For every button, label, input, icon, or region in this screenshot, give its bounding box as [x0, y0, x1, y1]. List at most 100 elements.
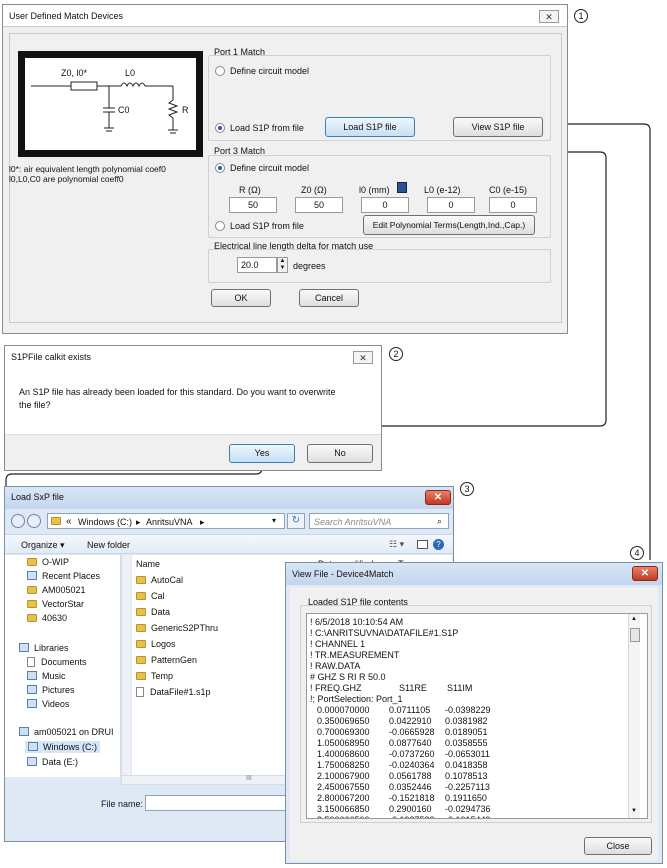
search-box[interactable]: Search AnritsuVNA ⌕ — [309, 513, 449, 529]
file-contents-textbox[interactable]: ! 6/5/2018 10:10:54 AM ! C:\ANRITSUVNA\D… — [306, 613, 648, 819]
L0-input[interactable]: 0 — [427, 197, 475, 213]
forward-button[interactable] — [27, 514, 41, 528]
content-line-2: ! C:\ANRITSUVNA\DATAFILE#1.S1P — [310, 628, 459, 638]
address-bar[interactable]: « Windows (C:) ▸ AnritsuVNA ▸ ▾ — [47, 513, 285, 529]
file-item-datafile1-s1p[interactable]: DataFile#1.s1p — [136, 687, 211, 697]
file-item-temp[interactable]: Temp — [136, 671, 173, 681]
horizontal-scrollbar[interactable]: III — [121, 775, 291, 785]
organize-button[interactable]: Organize ▾ — [21, 540, 65, 551]
view-options-icon[interactable]: ☷ ▾ — [389, 539, 404, 550]
navigation-pane[interactable]: O-WIP Recent Places AM005021 VectorStar … — [5, 555, 121, 777]
scroll-down-icon[interactable]: ▼ — [631, 808, 637, 814]
nav-item-40630[interactable]: 40630 — [27, 613, 67, 623]
view-s1p-file-button[interactable]: View S1P file — [453, 117, 543, 137]
nav-item-pictures[interactable]: Pictures — [27, 685, 75, 695]
preview-pane-icon[interactable] — [417, 540, 428, 549]
scroll-grip: III — [246, 775, 252, 782]
col-header-s11im: S11IM — [447, 683, 473, 693]
refresh-button[interactable]: ↻ — [287, 513, 305, 529]
nav-item-vectorstar[interactable]: VectorStar — [27, 599, 84, 609]
path-sep-2: ▸ — [200, 517, 205, 527]
ok-button[interactable]: OK — [211, 289, 271, 307]
search-icon[interactable]: ⌕ — [437, 516, 442, 527]
scroll-up-icon[interactable]: ▲ — [631, 616, 637, 622]
data-cell-r1-c2: 0.0381982 — [445, 716, 488, 726]
data-cell-r4-c1: -0.0737260 — [389, 749, 435, 759]
port1-load-radio[interactable] — [215, 123, 225, 133]
file-item-autocal[interactable]: AutoCal — [136, 575, 183, 585]
match-dialog-title: User Defined Match Devices — [9, 11, 124, 21]
data-cell-r10-c2: -0.1015449 — [445, 815, 491, 818]
data-cell-r2-c2: 0.0189051 — [445, 727, 488, 737]
r-input[interactable]: 50 — [229, 197, 277, 213]
data-cell-r10-c1: -0.1927583 — [389, 815, 435, 818]
load-dialog-close-button[interactable]: ✕ — [425, 490, 451, 505]
data-cell-r5-c0: 1.750068250 — [317, 760, 370, 770]
nav-item-recent-places[interactable]: Recent Places — [27, 571, 100, 581]
cancel-button[interactable]: Cancel — [299, 289, 359, 307]
nav-item-libraries[interactable]: Libraries — [19, 643, 69, 653]
path-folder[interactable]: AnritsuVNA — [146, 517, 193, 527]
nav-item-data-e[interactable]: Data (E:) — [27, 757, 78, 767]
calculator-icon[interactable] — [397, 182, 407, 193]
data-cell-r3-c1: 0.0877640 — [389, 738, 432, 748]
path-chevron[interactable]: « — [66, 516, 72, 527]
data-cell-r4-c2: -0.0653011 — [445, 749, 490, 759]
callout-4: 4 — [630, 546, 644, 560]
col-name-header[interactable]: Name — [136, 559, 160, 569]
circuit-canvas: Z0, l0* L0 C0 R — [25, 58, 196, 150]
match-devices-dialog: User Defined Match Devices ✕ Z0, l0* L0 … — [2, 4, 568, 334]
content-line-4: ! TR.MEASUREMENT — [310, 650, 400, 660]
data-cell-r0-c0: 0.000070000 — [317, 705, 370, 715]
file-item-cal[interactable]: Cal — [136, 591, 165, 601]
port1-define-label: Define circuit model — [230, 66, 310, 76]
file-item-logos[interactable]: Logos — [136, 639, 176, 649]
port1-define-radio[interactable] — [215, 66, 225, 76]
new-folder-button[interactable]: New folder — [87, 540, 130, 550]
contents-scrollbar[interactable]: ▲ ▼ — [628, 614, 640, 818]
path-drive[interactable]: Windows (C:) — [78, 517, 132, 527]
data-cell-r8-c1: -0.1521818 — [389, 793, 435, 803]
scroll-thumb[interactable] — [630, 628, 640, 642]
delta-spinner[interactable]: ▲ ▼ — [277, 257, 288, 273]
no-button[interactable]: No — [307, 444, 373, 463]
z0-input[interactable]: 50 — [295, 197, 343, 213]
nav-item-music[interactable]: Music — [27, 671, 66, 681]
view-dialog-close-button[interactable]: ✕ — [632, 566, 658, 581]
c0-input[interactable]: 0 — [489, 197, 537, 213]
load-s1p-file-button[interactable]: Load S1P file — [325, 117, 415, 137]
calkit-button-bar: Yes No — [5, 434, 381, 470]
port3-define-radio[interactable] — [215, 163, 225, 173]
data-cell-r2-c0: 0.700069300 — [317, 727, 370, 737]
data-cell-r4-c0: 1.400068600 — [317, 749, 370, 759]
calkit-dialog-close-button[interactable]: ✕ — [353, 351, 373, 364]
nav-item-windows-c[interactable]: Windows (C:) — [25, 741, 101, 753]
l0-input[interactable]: 0 — [361, 197, 409, 213]
port-selection-line: !; PortSelection: Port_1 — [310, 694, 403, 704]
nav-item-o-wip[interactable]: O-WIP — [27, 557, 69, 567]
nav-item-videos[interactable]: Videos — [27, 699, 69, 709]
nav-item-network-drive[interactable]: am005021 on DRUI — [19, 727, 114, 737]
nav-item-documents[interactable]: Documents — [27, 657, 87, 667]
match-dialog-close-button[interactable]: ✕ — [539, 10, 559, 23]
calkit-dialog-titlebar: S1PFile calkit exists ✕ — [5, 346, 381, 368]
delta-input[interactable]: 20.0 — [237, 257, 277, 273]
address-dropdown-icon[interactable]: ▾ — [272, 516, 276, 525]
port3-load-radio[interactable] — [215, 221, 225, 231]
port3-load-label: Load S1P from file — [230, 221, 304, 231]
file-item-generics2pthru[interactable]: GenericS2PThru — [136, 623, 218, 633]
back-button[interactable] — [11, 514, 25, 528]
file-item-data[interactable]: Data — [136, 607, 170, 617]
data-cell-r7-c1: 0.0352446 — [389, 782, 432, 792]
filename-input[interactable] — [145, 795, 295, 811]
close-button[interactable]: Close — [584, 837, 652, 855]
yes-button[interactable]: Yes — [229, 444, 295, 463]
data-cell-r7-c0: 2.450067550 — [317, 782, 370, 792]
port3-define-label: Define circuit model — [230, 163, 310, 173]
data-cell-r3-c2: 0.0358555 — [445, 738, 488, 748]
help-icon[interactable]: ? — [433, 539, 444, 550]
nav-scrollbar[interactable] — [121, 555, 131, 777]
nav-item-am005021[interactable]: AM005021 — [27, 585, 86, 595]
file-item-patterngen[interactable]: PatternGen — [136, 655, 197, 665]
edit-polynomial-terms-button[interactable]: Edit Polynomial Terms(Length,Ind.,Cap.) — [363, 215, 535, 235]
